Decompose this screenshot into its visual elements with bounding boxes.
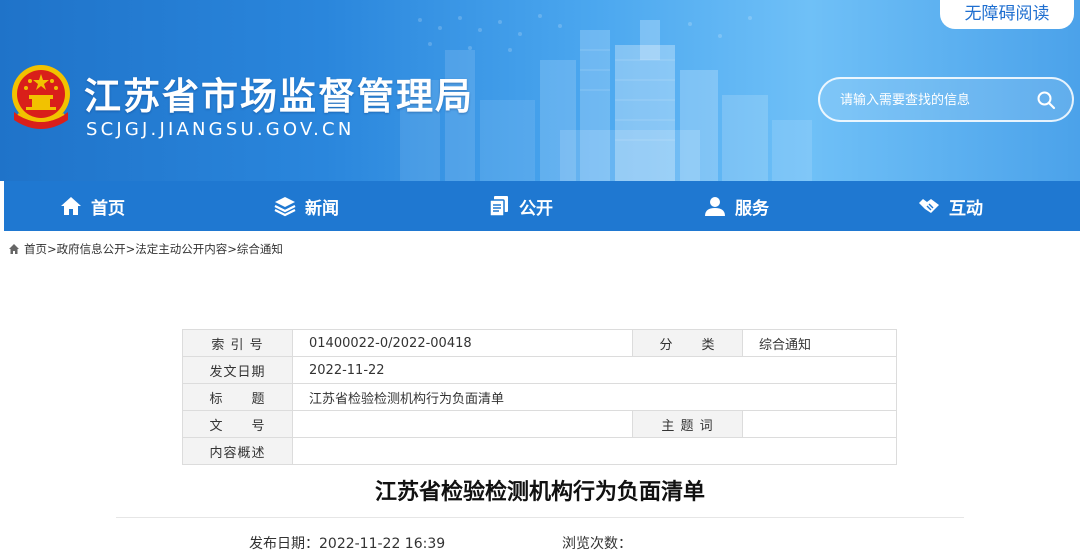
breadcrumb-separator: > xyxy=(227,242,237,256)
nav-item-services[interactable]: 服务 xyxy=(704,181,769,231)
nav-item-interaction[interactable]: 互动 xyxy=(918,181,983,231)
search-icon[interactable] xyxy=(1036,90,1056,110)
home-icon xyxy=(9,244,19,254)
search-box xyxy=(818,77,1074,122)
doc-number-value xyxy=(292,410,633,438)
table-row: 文 号 主 题 词 xyxy=(182,410,897,438)
publish-date: 发布日期：2022-11-22 16:39 xyxy=(249,533,445,551)
title-divider xyxy=(116,517,964,518)
doc-number-label: 文 号 xyxy=(182,410,293,438)
table-row: 标 题 江苏省检验检测机构行为负面清单 xyxy=(182,383,897,411)
index-label: 索 引 号 xyxy=(182,329,293,357)
breadcrumb-home[interactable]: 首页 xyxy=(24,241,47,257)
category-value: 综合通知 xyxy=(742,329,897,357)
breadcrumb-gov-info[interactable]: 政府信息公开 xyxy=(57,241,126,257)
title-value: 江苏省检验检测机构行为负面清单 xyxy=(292,383,897,411)
site-title: 江苏省市场监督管理局 xyxy=(84,75,474,118)
summary-value xyxy=(292,437,897,465)
view-count: 浏览次数： xyxy=(562,533,632,551)
home-icon xyxy=(61,197,81,215)
national-emblem-logo xyxy=(12,65,70,129)
nav-item-label: 服务 xyxy=(735,198,769,219)
date-label: 发文日期 xyxy=(182,356,293,384)
breadcrumb: 首页 > 政府信息公开 > 法定主动公开内容 > 综合通知 xyxy=(8,241,283,257)
nav-item-label: 公开 xyxy=(519,198,553,219)
article-title: 江苏省检验检测机构行为负面清单 xyxy=(374,480,705,505)
breadcrumb-separator: > xyxy=(47,242,57,256)
main-nav: 首页 新闻 公开 服务 互动 xyxy=(4,181,1080,231)
nav-item-label: 新闻 xyxy=(305,198,339,219)
documents-icon xyxy=(489,196,508,217)
nav-item-public[interactable]: 公开 xyxy=(488,181,553,231)
handshake-icon xyxy=(919,199,939,213)
table-row: 发文日期 2022-11-22 xyxy=(182,356,897,384)
site-domain: SCJGJ.JIANGSU.GOV.CN xyxy=(86,119,355,140)
view-count-label: 浏览次数： xyxy=(562,536,632,551)
keyword-label: 主 题 词 xyxy=(632,410,743,438)
table-row: 索 引 号 01400022-0/2022-00418 分 类 综合通知 xyxy=(182,329,897,357)
summary-label: 内容概述 xyxy=(182,437,293,465)
accessibility-reading-button[interactable]: 无障碍阅读 xyxy=(940,0,1074,29)
index-value: 01400022-0/2022-00418 xyxy=(292,329,633,357)
breadcrumb-separator: > xyxy=(125,242,136,256)
site-header: 江苏省市场监督管理局 SCJGJ.JIANGSU.GOV.CN 无障碍阅读 xyxy=(0,0,1080,181)
nav-item-label: 首页 xyxy=(91,198,125,219)
table-row: 内容概述 xyxy=(182,437,897,465)
breadcrumb-statutory[interactable]: 法定主动公开内容 xyxy=(135,241,227,257)
layers-icon xyxy=(274,197,296,217)
publish-date-value: 2022-11-22 16:39 xyxy=(319,536,446,551)
nav-item-news[interactable]: 新闻 xyxy=(274,181,339,231)
search-input[interactable] xyxy=(840,89,1030,111)
nav-item-label: 互动 xyxy=(949,198,983,219)
category-label: 分 类 xyxy=(632,329,743,357)
date-value: 2022-11-22 xyxy=(292,356,897,384)
nav-item-home[interactable]: 首页 xyxy=(60,181,125,231)
breadcrumb-notice[interactable]: 综合通知 xyxy=(237,241,283,257)
keyword-value xyxy=(742,410,897,438)
user-icon xyxy=(705,197,725,216)
title-label: 标 题 xyxy=(182,383,293,411)
document-info-table: 索 引 号 01400022-0/2022-00418 分 类 综合通知 发文日… xyxy=(182,329,897,465)
publish-date-label: 发布日期： xyxy=(249,536,319,551)
